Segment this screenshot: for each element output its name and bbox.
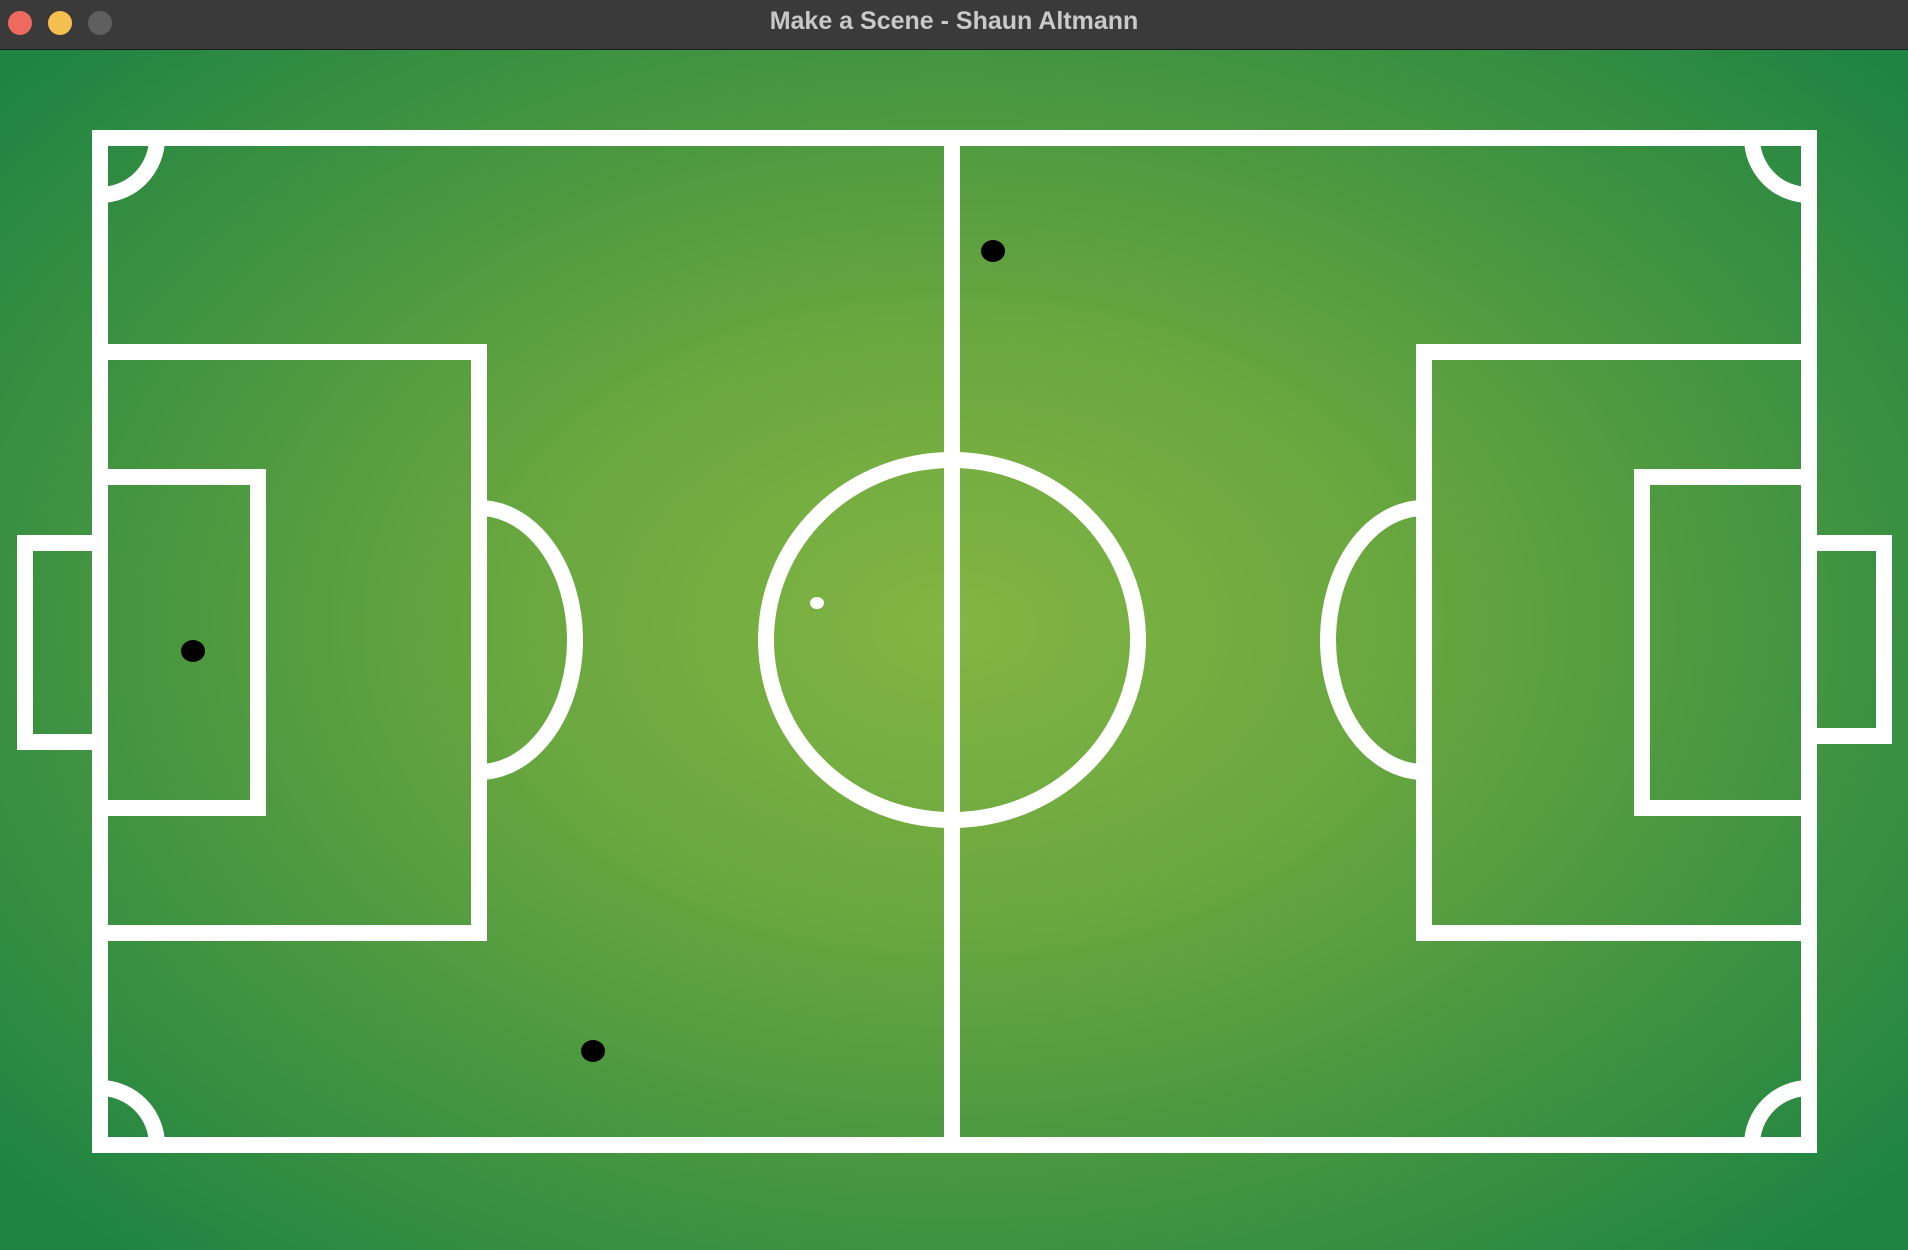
corner-arc-bottom-left	[99, 1080, 165, 1146]
app-window: Make a Scene - Shaun Altmann	[0, 0, 1908, 1250]
pitch-markings	[17, 130, 1892, 1153]
left-penalty-arc	[478, 500, 583, 780]
soccer-pitch	[17, 130, 1892, 1153]
left-goal	[17, 535, 108, 750]
window-title: Make a Scene - Shaun Altmann	[769, 7, 1139, 35]
scene-canvas[interactable]	[0, 50, 1908, 1250]
ball[interactable]	[810, 597, 824, 609]
right-goal-area	[1634, 469, 1817, 816]
corner-arc-bottom-right	[1744, 1080, 1810, 1146]
corner-arc-top-left	[99, 137, 165, 203]
title-bar[interactable]: Make a Scene - Shaun Altmann	[0, 0, 1908, 50]
left-goal-area	[92, 469, 266, 816]
player-marker[interactable]	[581, 1040, 605, 1062]
corner-arc-top-right	[1744, 137, 1810, 203]
right-penalty-arc	[1320, 500, 1425, 780]
player-marker[interactable]	[981, 240, 1005, 262]
right-goal	[1801, 535, 1892, 744]
right-penalty-area	[1416, 344, 1817, 941]
left-penalty-area	[92, 344, 487, 941]
player-marker[interactable]	[181, 640, 205, 662]
